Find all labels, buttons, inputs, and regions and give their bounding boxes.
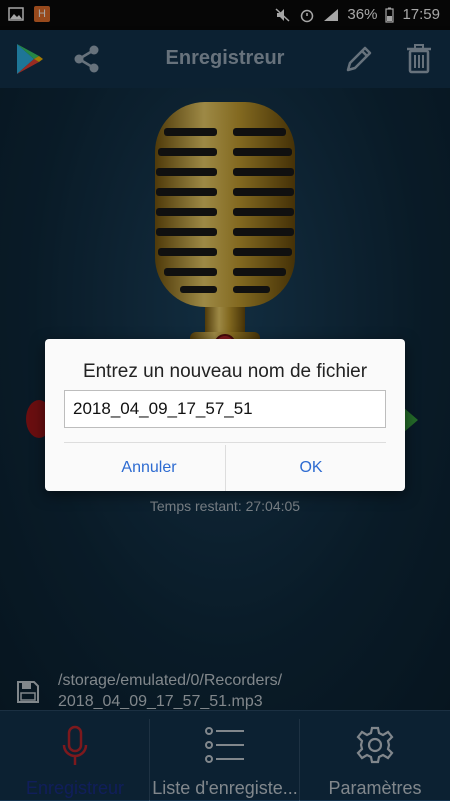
ok-button[interactable]: OK <box>226 445 396 491</box>
cancel-button[interactable]: Annuler <box>64 445 234 491</box>
filename-input[interactable] <box>64 390 386 428</box>
dialog-title: Entrez un nouveau nom de fichier <box>82 361 368 382</box>
rename-dialog: Entrez un nouveau nom de fichier Annuler… <box>45 339 405 491</box>
dialog-divider <box>64 442 386 443</box>
